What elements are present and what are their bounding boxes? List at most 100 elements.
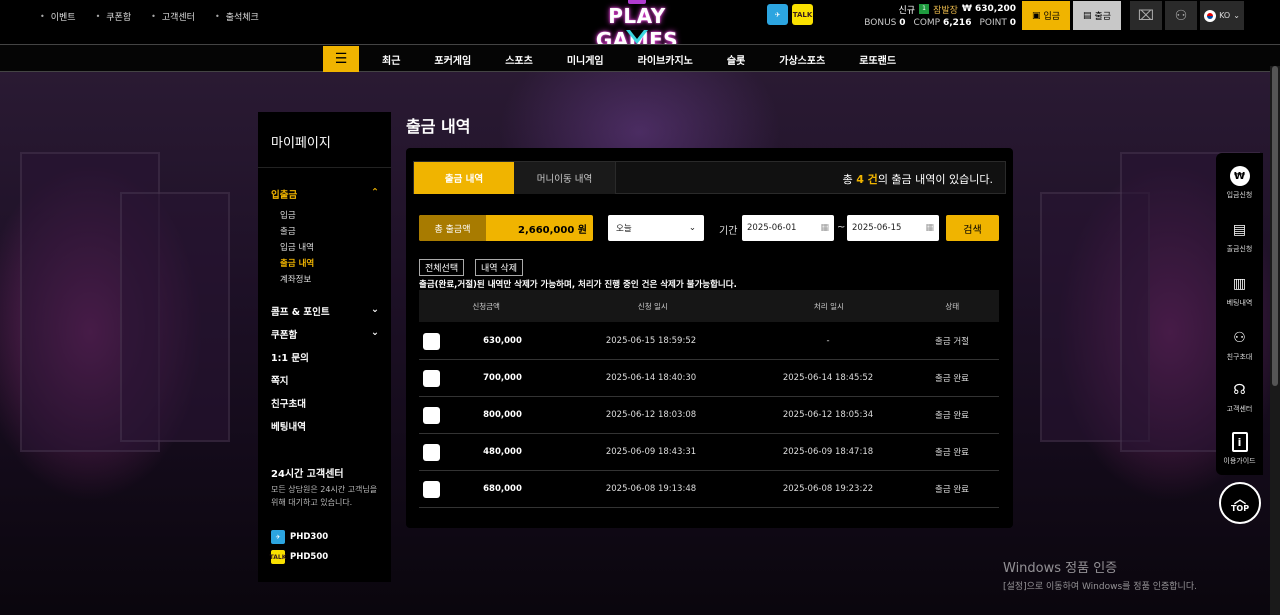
col-status: 상태 — [945, 301, 960, 311]
row-requested: 2025-06-09 18:43:31 — [605, 447, 697, 457]
sidebar-sub-withdraw[interactable]: 출금 — [280, 225, 296, 237]
sidebar-item-invite[interactable]: 친구초대 — [271, 396, 379, 410]
quick-menu-label: 입금신청 — [1226, 191, 1253, 199]
right-quick-menu: ₩ 입금신청 ▤ 출금신청 ▥ 베팅내역 ⚇ 친구초대 ☊ 고객센터 i 이용가… — [1216, 153, 1263, 475]
mypage-sidebar: 마이페이지 입출금 ⌃ 입금 출금 입금 내역 출금 내역 계좌정보 콤프 & 포… — [258, 112, 391, 582]
quick-support[interactable]: ☊ 고객센터 — [1216, 379, 1263, 414]
row-checkbox[interactable] — [423, 369, 440, 387]
sidebar-sub-deposit-history[interactable]: 입금 내역 — [280, 241, 314, 253]
row-status: 출금 완료 — [935, 411, 969, 421]
main-nav: ☰ 최근 포커게임 스포츠 미니게임 라이브카지노 슬롯 가상스포츠 로또랜드 — [0, 44, 1280, 72]
quick-withdraw[interactable]: ▤ 출금신청 — [1216, 219, 1263, 254]
history-count-summary: 총 4 건의 출금 내역이 있습니다. — [843, 171, 993, 187]
social-links: ✈ TALK — [767, 4, 813, 25]
wallet-icon: ▣ — [1031, 10, 1041, 21]
row-processed: 2025-06-12 18:05:34 — [782, 410, 874, 420]
hamburger-menu-icon[interactable]: ☰ — [323, 46, 359, 72]
sidebar-item-label: 쿠폰함 — [271, 330, 298, 341]
top-link-coupon[interactable]: 쿠폰함 — [86, 10, 142, 23]
sidebar-item-inquiry[interactable]: 1:1 문의 — [271, 350, 379, 364]
quick-betting-history[interactable]: ▥ 베팅내역 — [1216, 273, 1263, 308]
select-all-button[interactable]: 전체선택 — [419, 259, 465, 276]
nav-minigame[interactable]: 미니게임 — [550, 52, 621, 67]
top-link-support[interactable]: 고객센터 — [141, 10, 205, 23]
scrollbar-thumb[interactable] — [1272, 66, 1278, 386]
kakaotalk-icon[interactable]: TALK — [792, 4, 813, 25]
sidebar-item-coupon[interactable]: 쿠폰함 ⌄ — [271, 327, 379, 341]
user-nickname: 잠발장 — [933, 5, 958, 16]
date-to-input[interactable]: 2025-06-15 ▦ — [847, 215, 939, 241]
delete-history-button[interactable]: 내역 삭제 — [475, 259, 523, 276]
row-checkbox[interactable] — [423, 332, 440, 350]
date-from-input[interactable]: 2025-06-01 ▦ — [742, 215, 834, 241]
page-scrollbar[interactable] — [1270, 66, 1280, 615]
deposit-button[interactable]: ▣ 입금 — [1022, 1, 1070, 30]
tab-money-transfer-history[interactable]: 머니이동 내역 — [514, 162, 616, 194]
sidebar-item-message[interactable]: 쪽지 — [271, 373, 379, 387]
contact-id: PHD300 — [290, 532, 329, 542]
withdraw-button[interactable]: ▤ 출금 — [1073, 1, 1121, 30]
wallet-transfer-icon[interactable]: ⌧ — [1130, 1, 1162, 30]
period-select-value: 오늘 — [616, 224, 632, 234]
table-row: 800,000 2025-06-12 18:03:08 2025-06-12 1… — [419, 397, 999, 434]
quick-guide[interactable]: i 이용가이드 — [1216, 431, 1263, 466]
quick-menu-label: 고객센터 — [1226, 405, 1253, 413]
contact-kakao[interactable]: TALK PHD500 — [270, 550, 328, 564]
sidebar-sub-deposit[interactable]: 입금 — [280, 209, 296, 221]
table-header: 신청금액 신청 일시 처리 일시 상태 — [419, 290, 999, 322]
nav-lotto-land[interactable]: 로또랜드 — [842, 52, 913, 67]
site-logo[interactable]: PLAY GAMES — [578, 0, 696, 52]
sidebar-sub-withdraw-history[interactable]: 출금 내역 — [280, 257, 314, 269]
delete-notice: 출금(완료,거절)된 내역만 삭제가 가능하며, 처리가 진행 중인 건은 삭제… — [419, 280, 737, 290]
total-withdraw-label: 총 출금액 — [419, 215, 486, 241]
user-profile-icon[interactable]: ⚇ — [1165, 1, 1197, 30]
row-amount: 800,000 — [483, 410, 522, 420]
sidebar-sub-account-info[interactable]: 계좌정보 — [280, 273, 311, 285]
row-checkbox[interactable] — [423, 443, 440, 461]
search-button[interactable]: 검색 — [946, 215, 999, 241]
total-withdraw-value: 2,660,000 원 — [518, 224, 587, 236]
nav-poker[interactable]: 포커게임 — [417, 52, 488, 67]
top-link-attendance[interactable]: 출석체크 — [205, 10, 269, 23]
bonus-value: 0 — [899, 18, 906, 28]
row-amount: 680,000 — [483, 484, 522, 494]
top-bar: 이벤트 쿠폰함 고객센터 출석체크 PLAY GAMES ✈ TALK 신규 1… — [0, 0, 1280, 52]
contact-telegram[interactable]: ✈ PHD300 — [271, 530, 328, 544]
nav-slot[interactable]: 슬롯 — [710, 52, 762, 67]
scroll-top-button[interactable]: ︿ TOP — [1219, 482, 1261, 524]
nav-sports[interactable]: 스포츠 — [488, 52, 550, 67]
telegram-icon[interactable]: ✈ — [767, 4, 788, 25]
sidebar-item-deposit-withdraw[interactable]: 입출금 ⌃ — [271, 187, 379, 201]
period-select[interactable]: 오늘 ⌄ — [608, 215, 704, 241]
language-selector[interactable]: KO ⌄ — [1200, 1, 1244, 30]
top-link-event[interactable]: 이벤트 — [30, 10, 86, 23]
user-balance: ₩ 630,200 — [961, 4, 1016, 14]
row-processed: 2025-06-09 18:47:18 — [782, 447, 874, 457]
chevron-down-icon: ⌄ — [688, 223, 696, 233]
quick-menu-label: 친구초대 — [1226, 353, 1253, 361]
windows-activation-watermark: Windows 정품 인증 [설정]으로 이동하여 Windows를 정품 인증… — [1003, 557, 1197, 592]
korea-flag-icon — [1204, 9, 1217, 22]
quick-deposit[interactable]: ₩ 입금신청 — [1216, 165, 1263, 200]
sidebar-item-label: 쪽지 — [271, 376, 289, 387]
summary-prefix: 총 — [842, 173, 857, 186]
quick-invite[interactable]: ⚇ 친구초대 — [1216, 327, 1263, 362]
row-processed: - — [826, 336, 830, 346]
bonus-label: BONUS — [864, 18, 897, 28]
sidebar-item-betting-history[interactable]: 베팅내역 — [271, 419, 379, 433]
customer-center-desc: 모든 상담원은 24시간 고객님을 위해 대기하고 있습니다. — [271, 485, 378, 507]
sidebar-item-comp-point[interactable]: 콤프 & 포인트 ⌄ — [271, 304, 379, 318]
page-title: 출금 내역 — [406, 117, 471, 136]
nav-recent[interactable]: 최근 — [365, 52, 417, 67]
row-checkbox[interactable] — [423, 406, 440, 424]
row-checkbox[interactable] — [423, 480, 440, 498]
tab-withdraw-history[interactable]: 출금 내역 — [414, 162, 514, 194]
logo-decoration — [628, 0, 646, 4]
nav-live-casino[interactable]: 라이브카지노 — [621, 52, 710, 67]
row-status: 출금 완료 — [935, 485, 969, 495]
sidebar-title: 마이페이지 — [271, 136, 331, 151]
chevron-up-icon: ⌃ — [371, 187, 379, 198]
kakaotalk-icon: TALK — [270, 550, 286, 564]
summary-suffix: 의 출금 내역이 있습니다. — [877, 173, 993, 186]
nav-virtual-sports[interactable]: 가상스포츠 — [762, 52, 842, 67]
